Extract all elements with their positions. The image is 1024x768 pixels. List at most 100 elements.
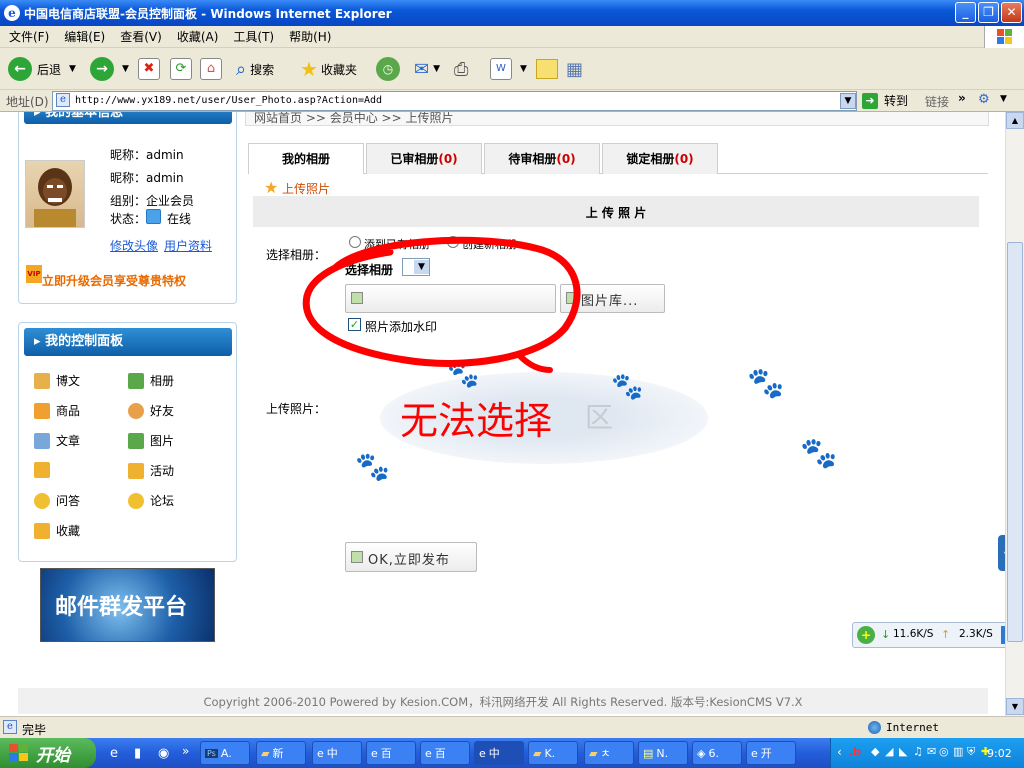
dropdown-arrow-icon[interactable]: ▼ [122, 64, 129, 74]
publish-button[interactable]: OK,立即发布 [345, 542, 477, 572]
tray-app-icon[interactable]: ◣ [899, 745, 907, 758]
chevron-left-icon[interactable]: ‹ [837, 745, 842, 759]
menu-file[interactable]: 文件(F) [9, 28, 49, 45]
vip-icon: VIP [26, 265, 42, 283]
address-dropdown-icon[interactable]: ▼ [840, 93, 856, 109]
back-arrow-icon: ← [8, 57, 32, 81]
articles-icon [34, 432, 50, 449]
paw-icon: 🐾 [611, 372, 644, 402]
globe-icon [868, 721, 881, 734]
search-button[interactable]: ⌕ 搜索 [236, 56, 274, 82]
status-value: 在线 [167, 212, 192, 226]
mail-icon[interactable]: ✉ [414, 59, 429, 80]
taskbar-item[interactable]: e百 [420, 741, 470, 765]
menu-item-album[interactable]: 相册 [128, 372, 174, 389]
tab-locked-albums[interactable]: 锁定相册(0) [602, 143, 718, 174]
taskbar-item[interactable]: e中 [312, 741, 362, 765]
forum-icon [128, 492, 144, 509]
taskbar-item[interactable]: ▰ K. [528, 741, 578, 765]
media-quicklaunch-icon[interactable]: ▮ [134, 746, 141, 761]
chevron-icon[interactable]: » [958, 91, 966, 105]
net-speed-widget[interactable]: + ↓ 11.6K/S ↑ 2.3K/S e [852, 622, 1020, 648]
toolbar-extension-icon[interactable]: ⚙ [978, 92, 990, 107]
footer: Copyright 2006-2010 Powered by Kesion.CO… [18, 688, 988, 714]
menu-item-pictures[interactable]: 图片 [128, 432, 174, 449]
vertical-scrollbar[interactable]: ▲ ▼ [1005, 112, 1024, 716]
start-button[interactable]: 开始 [0, 738, 96, 768]
status-text: 完毕 [22, 723, 47, 737]
close-button[interactable]: ✕ [1001, 2, 1022, 23]
taskbar-item[interactable]: e百 [366, 741, 416, 765]
taskbar-item[interactable]: e开 [746, 741, 796, 765]
profile-link[interactable]: 用户资料 [164, 237, 212, 254]
shield-icon[interactable]: ⛨ [967, 745, 975, 759]
research-icon[interactable]: ▦ [566, 59, 583, 80]
menu-help[interactable]: 帮助(H) [289, 28, 331, 45]
desktop-quicklaunch-icon[interactable]: ◉ [158, 746, 169, 761]
dropdown-arrow-icon[interactable]: ▼ [433, 64, 440, 74]
download-arrow-icon: ↓ [881, 628, 891, 641]
nickname-text: 昵称：admin [110, 148, 184, 162]
menu-item-qa[interactable]: 问答 [34, 492, 80, 509]
tray-app-icon[interactable]: ▥ [953, 745, 963, 758]
tab-my-albums[interactable]: 我的相册 [248, 143, 364, 174]
stop-icon[interactable]: ✖ [138, 58, 160, 80]
dropdown-arrow-icon[interactable]: ▼ [69, 64, 76, 74]
history-icon[interactable]: ◷ [376, 57, 400, 81]
tray-app-icon[interactable]: ✉ [927, 745, 936, 758]
menu-item-articles[interactable]: 文章 [34, 432, 80, 449]
menu-edit[interactable]: 编辑(E) [64, 28, 105, 45]
minimize-button[interactable]: _ [955, 2, 976, 23]
mass-mail-banner[interactable]: 邮件群发平台 [40, 568, 215, 642]
home-icon[interactable]: ⌂ [200, 58, 222, 80]
scroll-down-arrow-icon[interactable]: ▼ [1006, 698, 1024, 715]
page-icon: e [56, 93, 70, 107]
upload-header: 上 传 照 片 [253, 196, 979, 227]
menu-item-events[interactable]: 活动 [128, 462, 174, 479]
tray-app-icon[interactable]: ◆ [871, 745, 879, 758]
tray-app-icon[interactable]: .b [849, 745, 861, 758]
back-button[interactable]: ← 后退 ▼ [8, 56, 76, 82]
edit-avatar-link[interactable]: 修改头像 [110, 237, 158, 254]
chevron-icon[interactable]: » [182, 744, 189, 758]
menu-item-products[interactable]: 商品 [34, 402, 80, 419]
taskbar-item[interactable]: ◈ 6. [692, 741, 742, 765]
tray-app-icon[interactable]: ♫ [913, 745, 923, 758]
dropdown-arrow-icon[interactable]: ▼ [1000, 94, 1007, 104]
group-text: 组别：企业会员 [110, 194, 195, 208]
taskbar-item-active[interactable]: e中 [474, 741, 524, 765]
menu-item-blog[interactable]: 博文 [34, 372, 80, 389]
upgrade-link[interactable]: 立即升级会员享受尊贵特权 [42, 272, 186, 289]
menu-favorites[interactable]: 收藏(A) [177, 28, 219, 45]
tray-app-icon[interactable]: ◢ [885, 745, 893, 758]
menu-item-collection[interactable]: 收藏 [34, 522, 80, 539]
dropdown-arrow-icon[interactable]: ▼ [520, 64, 527, 74]
taskbar-item[interactable]: ▰ 新 [256, 741, 306, 765]
ie-quicklaunch-icon[interactable]: e [110, 746, 118, 761]
go-button[interactable]: ➜ 转到 [862, 92, 908, 109]
taskbar-item[interactable]: ▰ ㅊ [584, 741, 634, 765]
menu-item-blank[interactable] [34, 462, 56, 478]
taskbar-item[interactable]: ▤ N. [638, 741, 688, 765]
maximize-button[interactable]: ❐ [978, 2, 999, 23]
forward-button[interactable]: → ▼ [90, 56, 129, 82]
menu-view[interactable]: 查看(V) [120, 28, 162, 45]
scroll-up-arrow-icon[interactable]: ▲ [1006, 112, 1024, 129]
refresh-icon[interactable]: ⟳ [170, 58, 192, 80]
taskbar-item[interactable]: Ps A. [200, 741, 250, 765]
menu-item-forum[interactable]: 论坛 [128, 492, 174, 509]
upload-photo-link[interactable]: 上传照片 [282, 180, 330, 197]
favorites-button[interactable]: ★ 收藏夹 [300, 56, 357, 82]
menu-tools[interactable]: 工具(T) [233, 28, 274, 45]
address-input[interactable]: e http://www.yx189.net/user/User_Photo.a… [52, 91, 857, 111]
menu-item-friends[interactable]: 好友 [128, 402, 174, 419]
edit-icon[interactable]: W [490, 58, 512, 80]
scroll-thumb[interactable] [1007, 242, 1023, 642]
tab-approved-albums[interactable]: 已审相册(0) [366, 143, 482, 174]
links-label[interactable]: 链接 [925, 93, 949, 110]
tab-pending-albums[interactable]: 待审相册(0) [484, 143, 600, 174]
notes-icon[interactable] [536, 59, 558, 79]
basic-info-title: ▸ 我的基本信息 [24, 112, 232, 124]
tray-app-icon[interactable]: ◎ [939, 745, 949, 758]
print-icon[interactable]: ⎙ [454, 59, 468, 80]
